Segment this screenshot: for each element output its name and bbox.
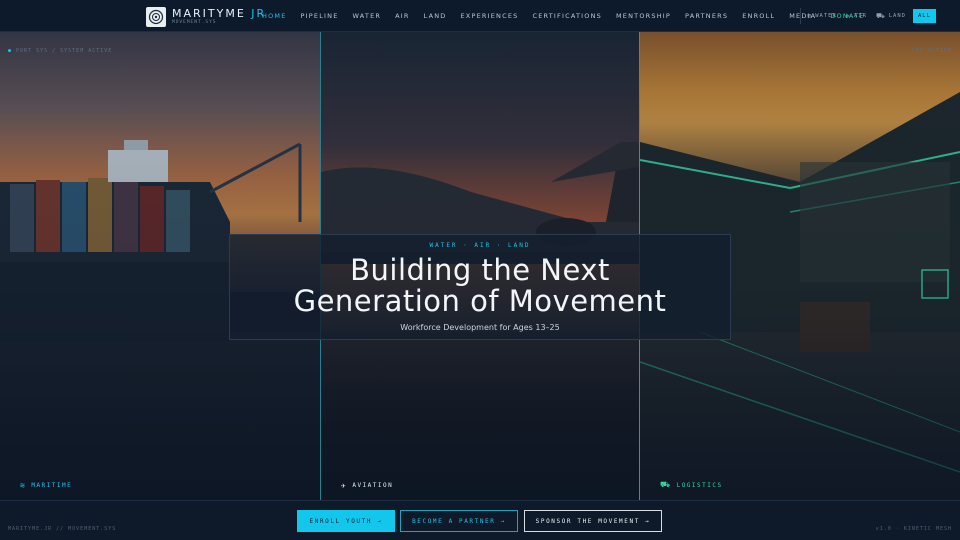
maritime-label-text: MARITIME [31,482,73,489]
hero-subtitle: Workforce Development for Ages 13–25 [400,323,560,332]
hero-title: Building the Next Generation of Movement [230,255,730,317]
nav-link-experiences[interactable]: EXPERIENCES [461,12,519,20]
brand-logo-icon[interactable] [146,7,166,27]
hero-title-line-2: Generation of Movement [293,284,667,318]
waves-icon: ≋ [20,481,27,490]
nav-links: HOME PIPELINE WATER AIR LAND EXPERIENCES… [262,0,879,32]
hero-card: WATER · AIR · LAND Building the Next Gen… [229,234,731,340]
aviation-label-text: AVIATION [352,482,394,489]
hero-kicker: WATER · AIR · LAND [429,242,531,249]
panel-label-aviation[interactable]: ✈ AVIATION [341,481,393,490]
filter-water[interactable]: ≋ WATER [807,12,837,20]
waves-icon: ≋ [807,12,813,20]
airplane-icon: ✈ [845,12,851,20]
truck-icon: ⛟ [660,480,672,489]
filter-air[interactable]: ✈ AIR [846,12,867,20]
nav-link-certifications[interactable]: CERTIFICATIONS [532,12,602,20]
nav-link-land[interactable]: LAND [424,12,447,20]
hero-title-line-1: Building the Next [350,253,610,287]
domain-filter-group: ≋ WATER ✈ AIR ⛟ LAND ALL [800,8,936,24]
brand-tagline: MOVEMENT.SYS [172,20,217,25]
filter-water-label: WATER [815,13,837,19]
brand-name: MARITYME [172,7,246,20]
filter-land-label: LAND [888,13,906,19]
footer-system-id: MARITYME.JR // MOVEMENT.SYS [8,526,117,532]
nav-link-mentorship[interactable]: MENTORSHIP [616,12,671,20]
nav-link-enroll[interactable]: ENROLL [742,12,775,20]
become-partner-button[interactable]: BECOME A PARTNER → [400,510,518,532]
filter-land[interactable]: ⛟ LAND [876,12,906,21]
sys-active-tag: SYS ACTIVE [911,48,952,54]
top-navigation: MARITYME JR MOVEMENT.SYS HOME PIPELINE W… [0,0,960,32]
filter-air-label: AIR [854,13,867,19]
panel-label-maritime[interactable]: ≋ MARITIME [20,481,72,490]
panel-label-logistics[interactable]: ⛟ LOGISTICS [660,480,723,490]
nav-link-pipeline[interactable]: PIPELINE [301,12,339,20]
filter-all-button[interactable]: ALL [913,9,936,23]
footer-cta-bar: MARITYME.JR // MOVEMENT.SYS ENROLL YOUTH… [0,500,960,540]
truck-icon: ⛟ [875,11,886,20]
system-status-tag: ● PORT SYS / SYSTEM ACTIVE [8,48,112,54]
airplane-icon: ✈ [341,481,348,490]
logistics-label-text: LOGISTICS [676,481,723,489]
system-status-text: PORT SYS / SYSTEM ACTIVE [16,48,113,54]
nav-link-home[interactable]: HOME [262,12,287,20]
nav-link-water[interactable]: WATER [353,12,382,20]
status-dot-icon: ● [8,48,17,54]
brand-wordmark[interactable]: MARITYME JR MOVEMENT.SYS [172,8,266,26]
nav-link-partners[interactable]: PARTNERS [685,12,728,20]
footer-version: v1.0 · KINETIC MESH [875,526,952,532]
enroll-youth-button[interactable]: ENROLL YOUTH → [297,510,395,532]
sponsor-movement-button[interactable]: SPONSOR THE MOVEMENT → [524,510,662,532]
nav-link-air[interactable]: AIR [395,12,409,20]
